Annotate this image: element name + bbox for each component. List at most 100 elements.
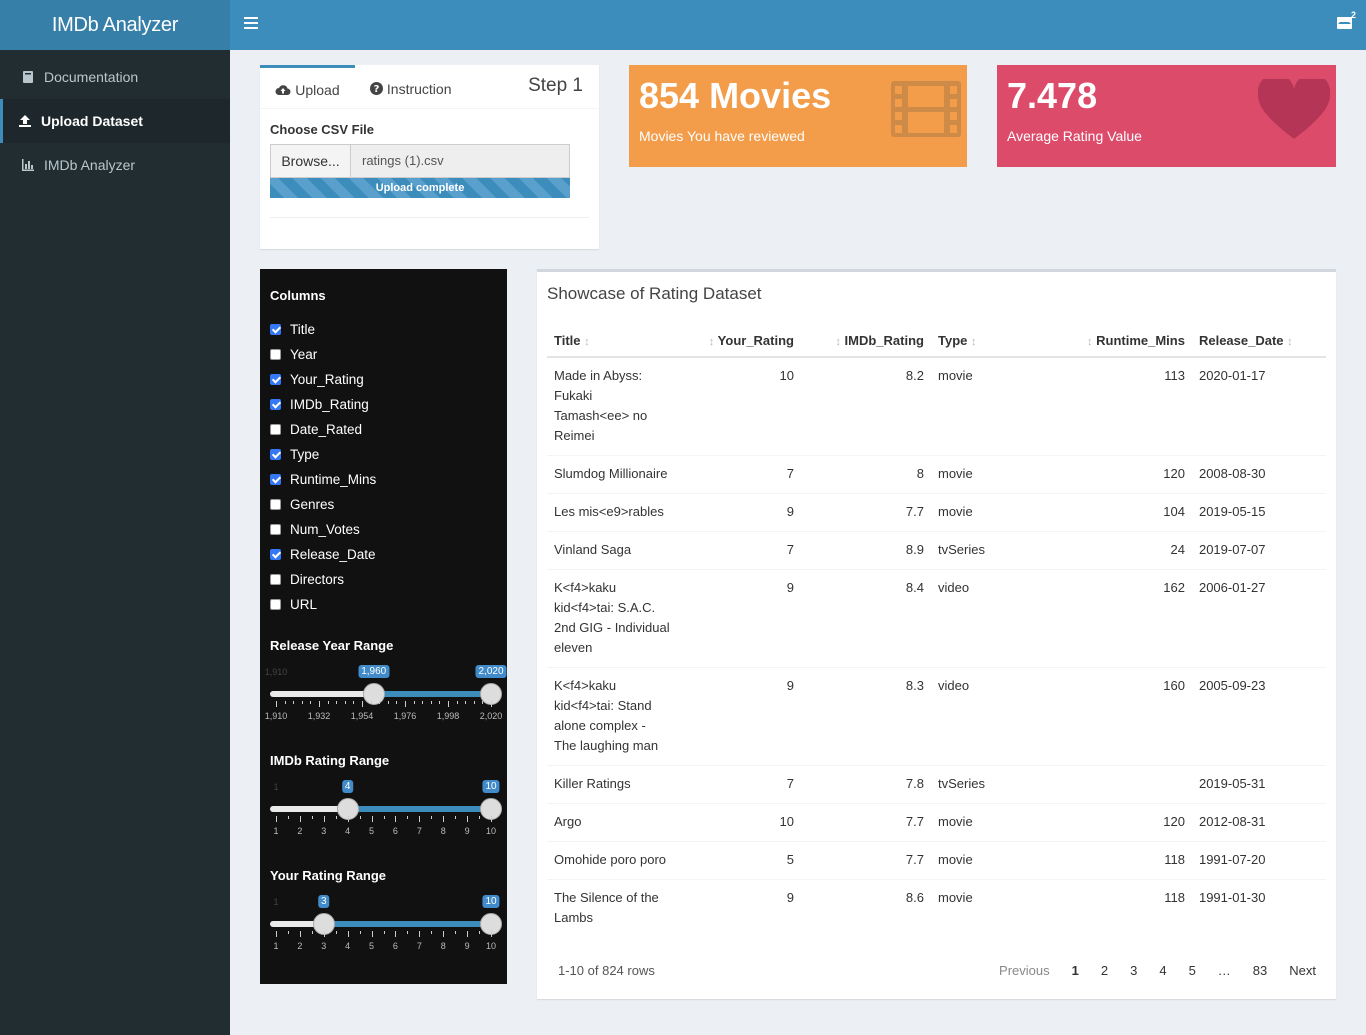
column-checkbox-row[interactable]: Type: [270, 445, 319, 463]
table-cell: movie: [931, 841, 992, 880]
slider-minor-tick: [379, 701, 381, 704]
slider-minor-tick: [311, 816, 313, 819]
col-header-type[interactable]: Type ↕: [931, 327, 992, 358]
pagination-page[interactable]: 4: [1159, 963, 1166, 978]
column-checkbox-row[interactable]: Directors: [270, 570, 344, 588]
cloud-upload-icon: [275, 85, 291, 96]
column-checkbox-row[interactable]: Year: [270, 345, 317, 363]
range-slider[interactable]: 1 4 10 1 2 3 4 5 6 7 8 9 10: [270, 780, 502, 840]
column-checkbox-row[interactable]: Runtime_Mins: [270, 470, 376, 488]
range-slider[interactable]: 1 3 10 1 2 3 4 5 6 7 8 9 10: [270, 895, 502, 955]
question-circle-icon: ?: [370, 82, 383, 95]
column-checkbox-row[interactable]: Genres: [270, 495, 334, 513]
col-header-release-date[interactable]: Release_Date ↕: [1191, 327, 1326, 358]
sidebar-toggle-icon[interactable]: [244, 17, 258, 31]
table-row[interactable]: Les mis<e9>rables 9 7.7 movie 104 2019-05-15: [547, 493, 1326, 532]
table-cell: 7.7: [801, 841, 931, 880]
slider-minor-tick: [479, 931, 481, 934]
pagination-page[interactable]: 83: [1253, 963, 1267, 978]
table-cell: 7.7: [801, 803, 931, 842]
slider-tick-label: 1,998: [436, 711, 460, 721]
checkbox[interactable]: [270, 498, 281, 510]
upload-tabset: Upload ? Instruction Step 1 Choose CSV F…: [260, 65, 599, 249]
column-checkbox-row[interactable]: Title: [270, 320, 315, 338]
checkbox[interactable]: [270, 473, 281, 485]
pagination-page[interactable]: 2: [1101, 963, 1108, 978]
col-header-title[interactable]: Title ↕: [547, 327, 677, 358]
slider-minor-tick: [336, 701, 338, 704]
table-row[interactable]: Killer Ratings 7 7.8 tvSeries 2019-05-31: [547, 765, 1326, 804]
slider-from-label: 1,960: [358, 665, 390, 678]
csv-label: Choose CSV File: [270, 122, 375, 137]
column-checkbox-row[interactable]: URL: [270, 595, 317, 613]
checkbox[interactable]: [270, 398, 281, 410]
table-info: 1-10 of 824 rows: [558, 963, 655, 978]
slider-minor-tick: [430, 701, 432, 704]
tab-upload[interactable]: Upload: [260, 65, 355, 109]
columns-title: Columns: [270, 288, 326, 303]
slider-tick-label: 2: [297, 826, 303, 836]
column-checkbox-row[interactable]: Your_Rating: [270, 370, 364, 388]
film-icon: [891, 81, 961, 137]
slider-fill: [373, 691, 491, 697]
table-cell: The Silence of the Lambs: [547, 879, 677, 937]
checkbox[interactable]: [270, 598, 281, 610]
slider-minor-tick: [284, 701, 286, 704]
table-row[interactable]: Slumdog Millionaire 7 8 movie 120 2008-08-30: [547, 455, 1326, 494]
range-slider[interactable]: 1,910 1,960 2,020 1,910 1,932 1,954 1,976 1,998…: [265, 665, 507, 725]
checkbox[interactable]: [270, 323, 281, 335]
pagination-page[interactable]: 5: [1189, 963, 1196, 978]
checkbox-label: Your_Rating: [290, 371, 364, 387]
column-checkbox-row[interactable]: Date_Rated: [270, 420, 362, 438]
col-header-runtime[interactable]: ↕ Runtime_Mins: [991, 327, 1192, 358]
checkbox-label: URL: [290, 596, 318, 612]
table-row[interactable]: Vinland Saga 7 8.9 tvSeries 24 2019-07-07: [547, 531, 1326, 570]
table-cell: 10: [677, 803, 801, 842]
slider-minor-tick: [396, 701, 398, 704]
slider-tick: [395, 931, 397, 937]
tab-instruction[interactable]: ? Instruction: [370, 65, 451, 109]
checkbox[interactable]: [270, 423, 281, 435]
slider-tick-label: 8: [440, 941, 446, 951]
checkbox[interactable]: [270, 548, 281, 560]
pagination-previous[interactable]: Previous: [999, 963, 1050, 978]
table-cell: 7: [677, 531, 801, 570]
slider-minor-tick: [293, 701, 295, 704]
table-cell: 7: [677, 455, 801, 494]
checkbox[interactable]: [270, 348, 281, 360]
pagination-page[interactable]: 3: [1130, 963, 1137, 978]
table-cell: 120: [991, 455, 1192, 494]
step-title: Step 1: [528, 75, 583, 96]
slider-tick: [491, 816, 492, 822]
table-row[interactable]: K<f4>kaku kid<f4>tai: Stand alone comple…: [547, 667, 1326, 766]
col-header-imdb-rating[interactable]: ↕ IMDb_Rating: [801, 327, 931, 358]
table-cell: 9: [677, 493, 801, 532]
table-row[interactable]: Made in Abyss: Fukaki Tamash<ee> no Reim…: [547, 356, 1326, 456]
slider-handle-from[interactable]: [362, 683, 385, 705]
column-checkbox-row[interactable]: Num_Votes: [270, 520, 360, 538]
sidebar-item-upload-dataset[interactable]: Upload Dataset: [0, 99, 230, 143]
table-row[interactable]: Argo 10 7.7 movie 120 2012-08-31: [547, 803, 1326, 842]
checkbox[interactable]: [270, 523, 281, 535]
file-input[interactable]: Browse... ratings (1).csv: [270, 144, 570, 178]
mail-icon[interactable]: [1337, 17, 1352, 29]
pagination-next[interactable]: Next: [1289, 963, 1316, 978]
table-cell: 162: [991, 569, 1192, 668]
table-row[interactable]: The Silence of the Lambs 9 8.6 movie 118 1991…: [547, 879, 1326, 937]
app-logo[interactable]: IMDb Analyzer: [0, 0, 230, 50]
pagination-page[interactable]: 1: [1072, 963, 1079, 978]
browse-button[interactable]: Browse...: [271, 145, 351, 177]
col-header-your-rating[interactable]: ↕ Your_Rating: [677, 327, 801, 358]
slider-tick-label: 6: [392, 826, 398, 836]
checkbox[interactable]: [270, 573, 281, 585]
table-row[interactable]: K<f4>kaku kid<f4>tai: S.A.C. 2nd GIG - I…: [547, 569, 1326, 668]
sidebar-item-imdb-analyzer[interactable]: IMDb Analyzer: [0, 143, 230, 187]
table-row[interactable]: Omohide poro poro 5 7.7 movie 118 1991-07-20: [547, 841, 1326, 880]
column-checkbox-row[interactable]: IMDb_Rating: [270, 395, 369, 413]
checkbox[interactable]: [270, 448, 281, 460]
sidebar-item-documentation[interactable]: Documentation: [0, 55, 230, 99]
column-checkbox-row[interactable]: Release_Date: [270, 545, 376, 563]
checkbox[interactable]: [270, 373, 281, 385]
movies-count-box: 854 Movies Movies You have reviewed: [629, 65, 967, 167]
avg-rating-value: 7.478: [1007, 75, 1098, 116]
